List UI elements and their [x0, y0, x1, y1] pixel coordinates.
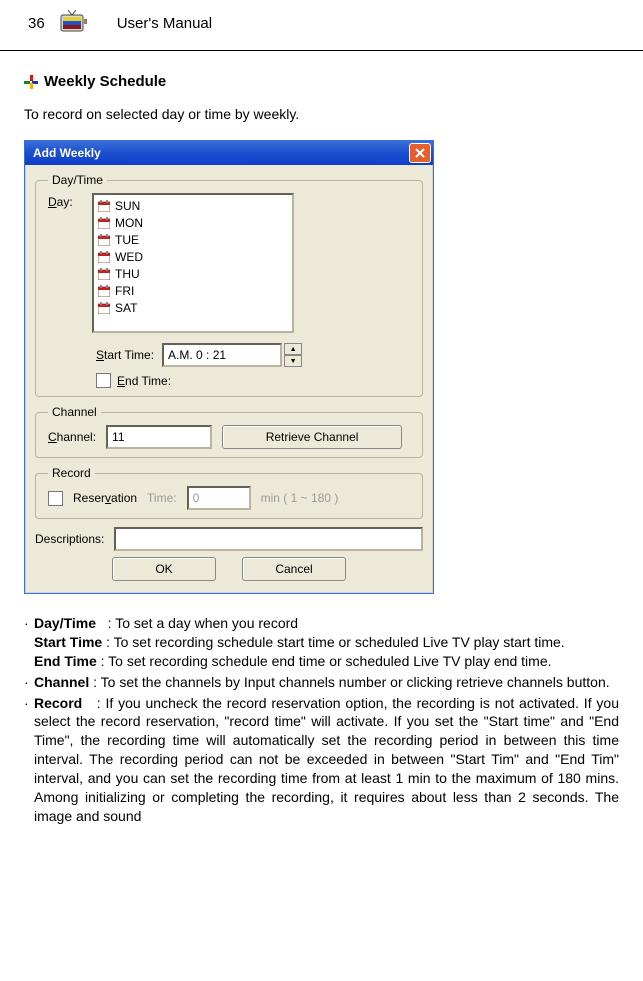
- bullet-icon: ·: [24, 614, 34, 671]
- list-item-label: TUE: [115, 233, 139, 247]
- list-item-label: WED: [115, 250, 143, 264]
- start-time-spinner[interactable]: A.M. 0 : 21 ▲ ▼: [162, 343, 302, 367]
- ok-button[interactable]: OK: [112, 557, 216, 581]
- channel-label: Channel:: [48, 430, 96, 444]
- page-number: 36: [28, 15, 45, 32]
- section-title: Weekly Schedule: [44, 73, 166, 90]
- definition-item: · Record : If you uncheck the record res…: [24, 694, 619, 826]
- plus-icon: [24, 75, 38, 89]
- calendar-icon: [98, 251, 110, 263]
- bullet-icon: ·: [24, 673, 34, 692]
- list-item[interactable]: THU: [94, 265, 292, 282]
- descriptions-input[interactable]: [114, 527, 423, 551]
- calendar-icon: [98, 200, 110, 212]
- bullet-icon: ·: [24, 694, 34, 826]
- reservation-checkbox[interactable]: [48, 491, 63, 506]
- dialog-title: Add Weekly: [33, 146, 101, 160]
- end-time-checkbox[interactable]: [96, 373, 111, 388]
- record-group: Record Reservation Time: 0 min ( 1 ~ 180…: [35, 466, 423, 519]
- list-item-label: MON: [115, 216, 143, 230]
- record-time-label: Time:: [147, 491, 177, 505]
- dialog-titlebar[interactable]: Add Weekly: [25, 141, 433, 165]
- reservation-label: Reservation: [73, 491, 137, 505]
- cancel-button[interactable]: Cancel: [242, 557, 346, 581]
- retrieve-channel-button[interactable]: Retrieve Channel: [222, 425, 402, 449]
- channel-legend: Channel: [48, 405, 101, 419]
- start-time-input[interactable]: A.M. 0 : 21: [162, 343, 282, 367]
- channel-input[interactable]: 11: [106, 425, 212, 449]
- min-hint: min ( 1 ~ 180 ): [261, 491, 339, 505]
- list-item[interactable]: SAT: [94, 299, 292, 316]
- list-item[interactable]: MON: [94, 214, 292, 231]
- end-time-label: End Time:: [117, 374, 171, 388]
- section-intro: To record on selected day or time by wee…: [24, 106, 619, 122]
- manual-title: User's Manual: [117, 15, 212, 32]
- descriptions-label: Descriptions:: [35, 532, 104, 546]
- page-header: 36 User's Manual: [0, 0, 643, 51]
- spinner-up-icon[interactable]: ▲: [284, 343, 302, 355]
- day-listbox[interactable]: SUN MON TUE WED: [92, 193, 294, 333]
- add-weekly-dialog: Add Weekly Day/Time Day: SUN: [24, 140, 434, 594]
- list-item-label: SUN: [115, 199, 140, 213]
- calendar-icon: [98, 302, 110, 314]
- record-time-input[interactable]: 0: [187, 486, 251, 510]
- channel-group: Channel Channel: 11 Retrieve Channel: [35, 405, 423, 458]
- tv-logo-icon: [59, 10, 89, 36]
- start-time-label: Start Time:: [96, 348, 154, 362]
- day-label: Day:: [48, 193, 80, 209]
- definitions-list: · Day/Time : To set a day when you recor…: [24, 614, 619, 826]
- definition-item: · Day/Time : To set a day when you recor…: [24, 614, 619, 671]
- section-title-row: Weekly Schedule: [24, 73, 619, 90]
- calendar-icon: [98, 285, 110, 297]
- list-item-label: FRI: [115, 284, 134, 298]
- calendar-icon: [98, 217, 110, 229]
- definition-item: · Channel : To set the channels by Input…: [24, 673, 619, 692]
- daytime-legend: Day/Time: [48, 173, 107, 187]
- spinner-down-icon[interactable]: ▼: [284, 355, 302, 367]
- record-legend: Record: [48, 466, 95, 480]
- list-item-label: THU: [115, 267, 140, 281]
- list-item[interactable]: TUE: [94, 231, 292, 248]
- list-item[interactable]: FRI: [94, 282, 292, 299]
- list-item[interactable]: SUN: [94, 197, 292, 214]
- daytime-group: Day/Time Day: SUN MON: [35, 173, 423, 397]
- calendar-icon: [98, 268, 110, 280]
- list-item[interactable]: WED: [94, 248, 292, 265]
- calendar-icon: [98, 234, 110, 246]
- list-item-label: SAT: [115, 301, 137, 315]
- close-icon[interactable]: [409, 143, 431, 163]
